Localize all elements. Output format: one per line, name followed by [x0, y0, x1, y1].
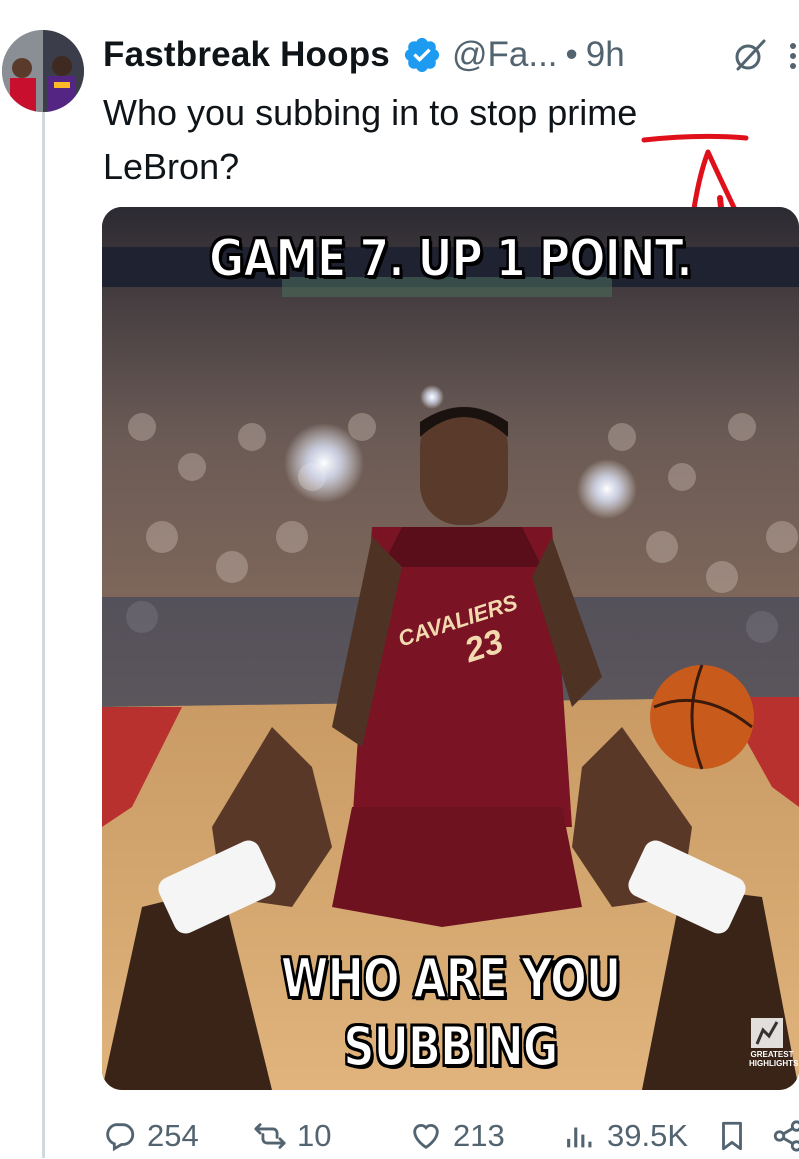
like-button[interactable]: 213: [409, 1113, 505, 1159]
views-button[interactable]: 39.5K: [563, 1113, 688, 1159]
meme-bottom-caption-line1: WHO ARE YOU SUBBING: [280, 946, 622, 1079]
tweet-text-emphasis: prime: [547, 92, 638, 133]
views-count: 39.5K: [607, 1118, 689, 1153]
watermark-icon: [751, 1018, 783, 1048]
tweet-text-main: Who you subbing in to stop: [103, 92, 548, 133]
thread-connector-line: [42, 112, 45, 1158]
timestamp[interactable]: 9h: [586, 35, 625, 75]
display-name[interactable]: Fastbreak Hoops: [103, 35, 390, 75]
meme-top-caption: GAME 7. UP 1 POINT.: [208, 228, 693, 290]
share-button[interactable]: [771, 1113, 799, 1159]
bookmark-icon: [722, 1121, 742, 1151]
repost-button[interactable]: 10: [253, 1113, 331, 1159]
action-bar: 254 10 213 39.5K: [103, 1113, 799, 1159]
watermark-logo: GREATEST HIGHLIGHTS: [749, 1016, 799, 1068]
tweet-text-continued: LeBron?: [103, 146, 240, 187]
watermark-line2: HIGHLIGHTS: [749, 1059, 799, 1068]
repost-count: 10: [297, 1118, 332, 1153]
separator-dot: •: [565, 35, 578, 74]
like-icon: [413, 1124, 439, 1150]
meme-bottom-caption-line2: IN TO STOP THIS?: [172, 1081, 730, 1090]
like-count: 213: [453, 1118, 505, 1153]
verified-badge-icon: [404, 37, 440, 73]
share-icon: [773, 1120, 799, 1152]
bookmark-button[interactable]: [715, 1113, 759, 1159]
handle[interactable]: @Fa...: [452, 35, 558, 75]
grok-icon[interactable]: [733, 38, 767, 72]
tweet-image[interactable]: GAME 7. UP 1 POINT. WHO ARE YOU SUBBING …: [102, 207, 799, 1090]
reply-icon: [106, 1123, 135, 1152]
tweet-header: Fastbreak Hoops @Fa... • 9h: [103, 30, 625, 80]
avatar[interactable]: [2, 30, 84, 112]
reply-count: 254: [147, 1118, 199, 1153]
more-icon[interactable]: [786, 38, 799, 74]
meme-bottom-caption: WHO ARE YOU SUBBING IN TO STOP THIS?: [172, 945, 730, 1090]
repost-icon: [254, 1123, 286, 1149]
tweet-text: Who you subbing in to stop prime LeBron?: [103, 86, 783, 194]
watermark-line1: GREATEST: [750, 1050, 794, 1059]
reply-button[interactable]: 254: [103, 1113, 199, 1159]
views-icon: [567, 1127, 592, 1148]
